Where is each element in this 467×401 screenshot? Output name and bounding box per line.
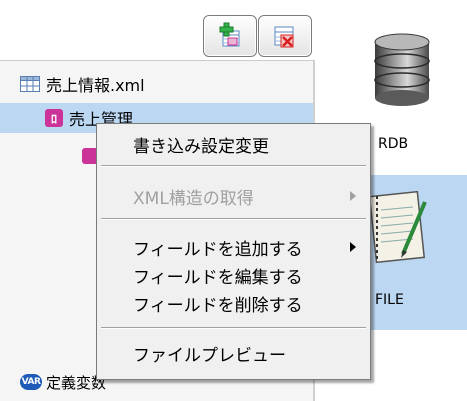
file-label: FILE: [375, 292, 404, 308]
menu-item-label: フィールドを追加する: [133, 239, 303, 260]
delete-table-icon: [274, 26, 294, 48]
rdb-label: RDB: [378, 136, 409, 152]
table-element-icon: ﾛ: [45, 109, 63, 127]
add-table-button[interactable]: [203, 15, 257, 57]
menu-item-label: フィールドを編集する: [133, 267, 303, 288]
menu-item-label: ファイルプレビュー: [133, 345, 286, 366]
menu-item-label: フィールドを削除する: [133, 295, 303, 316]
menu-item-edit-field[interactable]: フィールドを編集する: [97, 260, 370, 290]
menu-separator: [101, 218, 366, 220]
tree-item-root-label: 売上情報.xml: [46, 76, 145, 95]
delete-table-button[interactable]: [258, 15, 312, 57]
database-icon[interactable]: [367, 30, 437, 110]
tree-item-variables[interactable]: VAR 定義変数: [20, 367, 106, 397]
tree-item-root[interactable]: 売上情報.xml: [20, 69, 145, 99]
add-table-icon: [219, 22, 240, 47]
submenu-arrow-icon: [350, 242, 356, 252]
menu-item-get-xml-structure[interactable]: XML構造の取得: [97, 181, 370, 211]
menu-item-file-preview[interactable]: ファイルプレビュー: [97, 338, 370, 368]
variable-icon: VAR: [20, 374, 42, 390]
menu-item-label: XML構造の取得: [133, 188, 254, 209]
menu-item-add-field[interactable]: フィールドを追加する: [97, 232, 370, 262]
toolbar: [0, 0, 315, 60]
menu-separator: [101, 165, 366, 167]
submenu-arrow-icon: [350, 191, 356, 201]
context-menu: 書き込み設定変更 XML構造の取得 フィールドを追加する フィールドを編集する …: [96, 123, 371, 380]
menu-separator: [101, 327, 366, 329]
file-notebook-icon[interactable]: [363, 188, 433, 268]
menu-item-change-write-settings[interactable]: 書き込み設定変更: [97, 129, 370, 159]
menu-item-label: 書き込み設定変更: [133, 136, 269, 157]
table-icon: [20, 76, 40, 92]
menu-item-delete-field[interactable]: フィールドを削除する: [97, 288, 370, 318]
